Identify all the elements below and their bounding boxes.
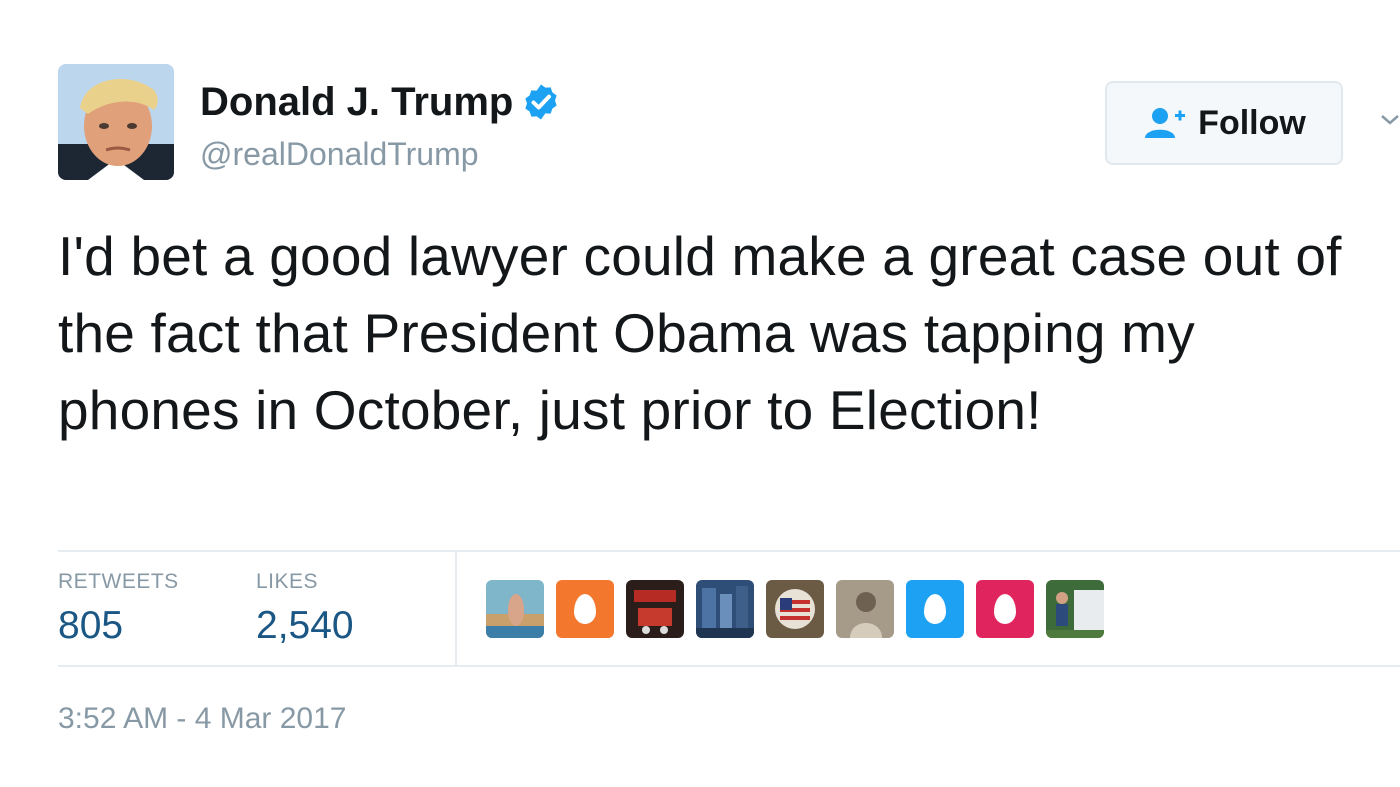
retweets-count[interactable]: 805 bbox=[58, 602, 123, 650]
follow-button-label: Follow bbox=[1198, 103, 1306, 142]
liker-avatar-photo[interactable] bbox=[486, 580, 544, 638]
default-egg-avatar[interactable] bbox=[556, 580, 614, 638]
tweet-text: I'd bet a good lawyer could make a great… bbox=[58, 225, 1342, 441]
avatar-image bbox=[58, 64, 174, 180]
liker-avatars bbox=[486, 580, 1104, 638]
stats-divider-top bbox=[58, 550, 1400, 552]
display-name[interactable]: Donald J. Trump bbox=[200, 78, 561, 126]
profile-avatar[interactable] bbox=[58, 64, 174, 180]
liker-avatar-flag-photo[interactable] bbox=[766, 580, 824, 638]
chevron-down-icon[interactable] bbox=[1380, 110, 1400, 130]
display-name-text: Donald J. Trump bbox=[200, 80, 514, 124]
egg-icon bbox=[994, 594, 1016, 624]
follow-button[interactable]: Follow bbox=[1105, 81, 1343, 165]
add-user-icon bbox=[1142, 105, 1186, 141]
likes-label[interactable]: LIKES bbox=[256, 570, 318, 594]
egg-icon bbox=[924, 594, 946, 624]
liker-avatar-photo[interactable] bbox=[836, 580, 894, 638]
liker-avatar-photo[interactable] bbox=[626, 580, 684, 638]
stats-vertical-divider bbox=[455, 552, 457, 665]
stats-divider-bottom bbox=[58, 665, 1400, 667]
liker-avatar-photo[interactable] bbox=[696, 580, 754, 638]
tweet-timestamp[interactable]: 3:52 AM - 4 Mar 2017 bbox=[58, 700, 347, 738]
verified-badge-icon bbox=[521, 82, 561, 122]
default-egg-avatar[interactable] bbox=[906, 580, 964, 638]
egg-icon bbox=[574, 594, 596, 624]
default-egg-avatar[interactable] bbox=[976, 580, 1034, 638]
likes-count[interactable]: 2,540 bbox=[256, 602, 354, 650]
retweets-label[interactable]: RETWEETS bbox=[58, 570, 179, 594]
liker-avatar-photo[interactable] bbox=[1046, 580, 1104, 638]
user-handle[interactable]: @realDonaldTrump bbox=[200, 134, 479, 174]
